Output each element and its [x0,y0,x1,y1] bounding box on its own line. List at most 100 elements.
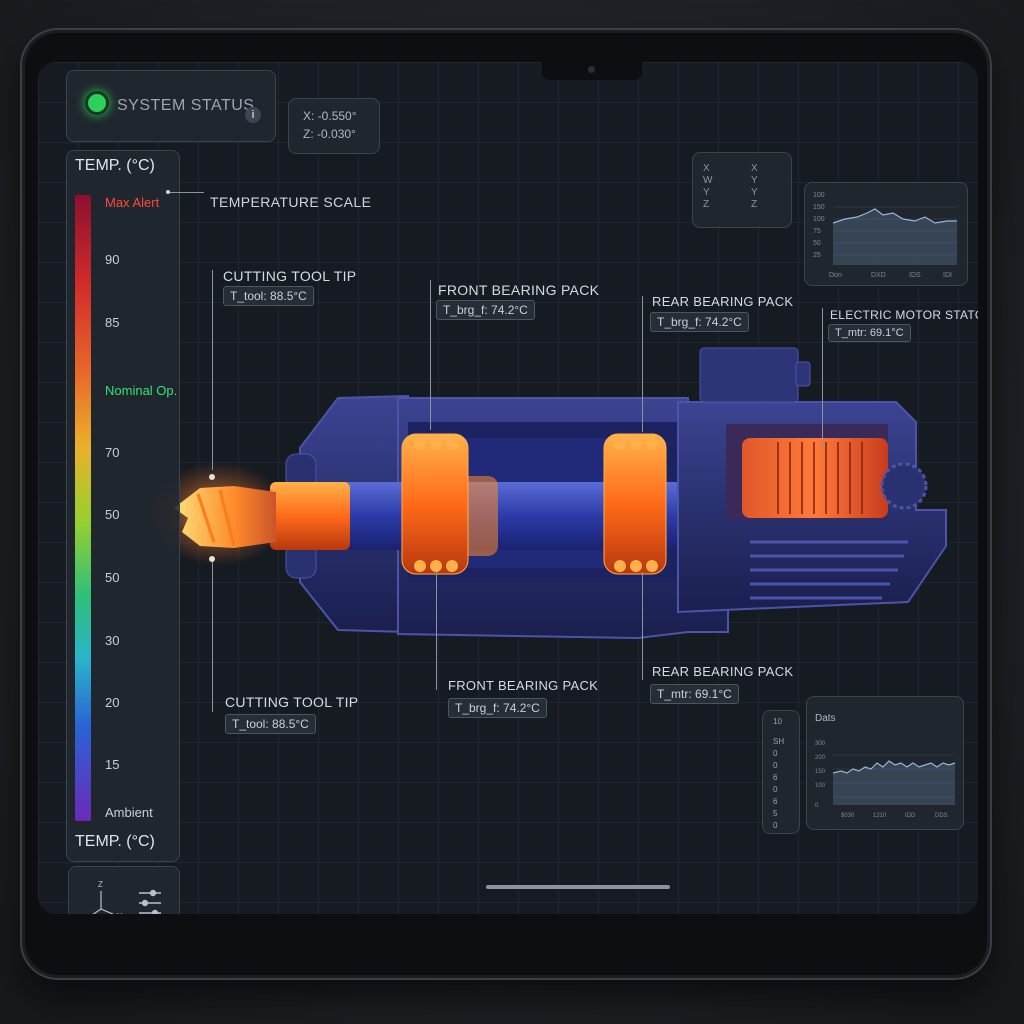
callout-rear-top-value: T_brg_f: 74.2°C [650,312,749,332]
x-label: X: [303,109,315,123]
top-ytick-4: 50 [813,240,821,247]
callout-motor-top-value: T_mtr: 69.1°C [828,324,911,342]
x-value: -0.550° [317,109,357,123]
svg-text:Y: Y [117,912,123,914]
top-xtick-2: IDS [909,272,921,279]
tick-70: 70 [105,445,120,460]
bottom-ytick-4: 0 [815,803,819,809]
callout-tool-bottom-title: CUTTING TOOL TIP [225,694,359,710]
axis-left-1: W [703,175,713,186]
leader-line-front-top [430,280,431,430]
mini-readout-panel: 10 SH 0 0 6 0 6 5 0 [762,710,800,834]
leader-line-motor-top [822,308,823,448]
view-tools-panel: Z Y X [68,866,180,914]
callout-rear-bottom-value: T_mtr: 69.1°C [650,684,739,704]
mini-item-0: SH [773,737,785,746]
info-icon[interactable]: i [245,107,261,123]
bottom-ytick-0: 300 [815,741,826,747]
callout-front-bottom-title: FRONT BEARING PACK [448,678,599,693]
callout-rear-top-title: REAR BEARING PACK [652,294,794,309]
svg-text:Z: Z [98,880,103,889]
view-tools-svg: Z Y X [81,880,161,915]
axis-right-2: Y [751,187,758,198]
leader-line-rear-bottom [642,572,643,680]
tick-90: 90 [105,252,120,267]
tick-nominal: Nominal Op. [105,383,178,398]
callout-tool-top-value: T_tool: 88.5°C [223,286,314,306]
z-value: -0.030° [317,127,356,141]
tick-50a: 50 [105,507,120,522]
tick-85: 85 [105,315,120,330]
top-ytick-1: 150 [813,204,825,211]
leader-line-tool-bottom [212,562,213,712]
z-label: Z: [303,127,314,141]
top-ytick-5: 25 [813,252,821,259]
callout-tool-top-title: CUTTING TOOL TIP [223,268,357,284]
bottom-ytick-1: 200 [815,755,826,761]
axis-left-0: X [703,163,710,174]
callout-front-bottom-value: T_brg_f: 74.2°C [448,698,547,718]
leader-line-front-bottom [436,572,437,690]
tool-marker-top [209,474,215,480]
bottom-xtick-2: IDD [905,813,916,819]
bottom-chart-title: Dats [815,713,836,724]
tick-20: 20 [105,695,120,710]
mini-header: 10 [773,717,782,726]
axis-readout-panel: X W Y Z X Y Y Z [692,152,792,228]
axis-left-2: Y [703,187,710,198]
axis-right-1: Y [751,175,758,186]
top-trend-chart-svg: 100 150 100 75 50 25 Don DXD IDS IDI [813,192,957,279]
mini-item-2: 0 [773,761,778,770]
mini-item-3: 6 [773,773,778,782]
home-indicator[interactable] [486,885,670,889]
mini-item-4: 0 [773,785,778,794]
temperature-gradient-bar [75,195,91,821]
axis-left-3: Z [703,199,710,210]
mini-item-5: 6 [773,797,778,806]
top-xtick-0: Don [829,272,842,279]
status-indicator-icon [85,91,109,115]
top-trend-chart: 100 150 100 75 50 25 Don DXD IDS IDI [804,182,968,286]
top-ytick-0: 100 [813,192,825,199]
system-status-panel: SYSTEM STATUS i [66,70,276,142]
top-ytick-3: 75 [813,228,821,235]
leader-line-tool-top [212,270,213,470]
temperature-scale-panel: TEMP. (°C) Max Alert 90 85 Nominal Op. 7… [66,150,180,862]
z-coordinate: Z: -0.030° [303,127,356,141]
sliders-icon[interactable] [139,889,161,915]
axis-triad-icon[interactable]: Z Y X [81,880,123,914]
system-status-label: SYSTEM STATUS [117,97,255,114]
tick-max-alert: Max Alert [105,195,160,210]
temperature-scale-caption: TEMPERATURE SCALE [210,194,372,210]
scale-title-bottom: TEMP. (°C) [75,833,155,850]
axis-right-3: Z [751,199,758,210]
coordinate-readout: X: -0.550° Z: -0.030° [288,98,380,154]
leader-line-rear-top [642,296,643,432]
scale-title: TEMP. (°C) [75,157,155,174]
bottom-trend-chart: Dats 300 200 150 100 0 $030 1210 IDD DDS [806,696,964,830]
tick-50b: 50 [105,570,120,585]
camera-notch [542,60,642,80]
caption-leader-line [170,192,204,193]
tick-ambient: Ambient [105,805,153,820]
bottom-ytick-3: 100 [815,783,826,789]
callout-rear-bottom-title: REAR BEARING PACK [652,664,794,679]
mini-item-7: 0 [773,821,778,830]
top-xtick-3: IDI [943,272,952,279]
axis-right-0: X [751,163,758,174]
bottom-ytick-2: 150 [815,769,826,775]
callout-front-top-value: T_brg_f: 74.2°C [436,300,535,320]
bottom-xtick-1: 1210 [873,813,887,819]
top-xtick-1: DXD [871,272,886,279]
tick-30: 30 [105,633,120,648]
tick-15: 15 [105,757,120,772]
x-coordinate: X: -0.550° [303,109,357,123]
mini-item-6: 5 [773,809,778,818]
mini-item-1: 0 [773,749,778,758]
callout-motor-top-title: ELECTRIC MOTOR STATOR [830,308,978,322]
camera-icon [588,66,595,73]
callout-front-top-title: FRONT BEARING PACK [438,282,600,298]
screen: SYSTEM STATUS i X: -0.550° Z: -0.030° TE… [38,62,978,914]
callout-tool-bottom-value: T_tool: 88.5°C [225,714,316,734]
bottom-xtick-0: $030 [841,813,855,819]
